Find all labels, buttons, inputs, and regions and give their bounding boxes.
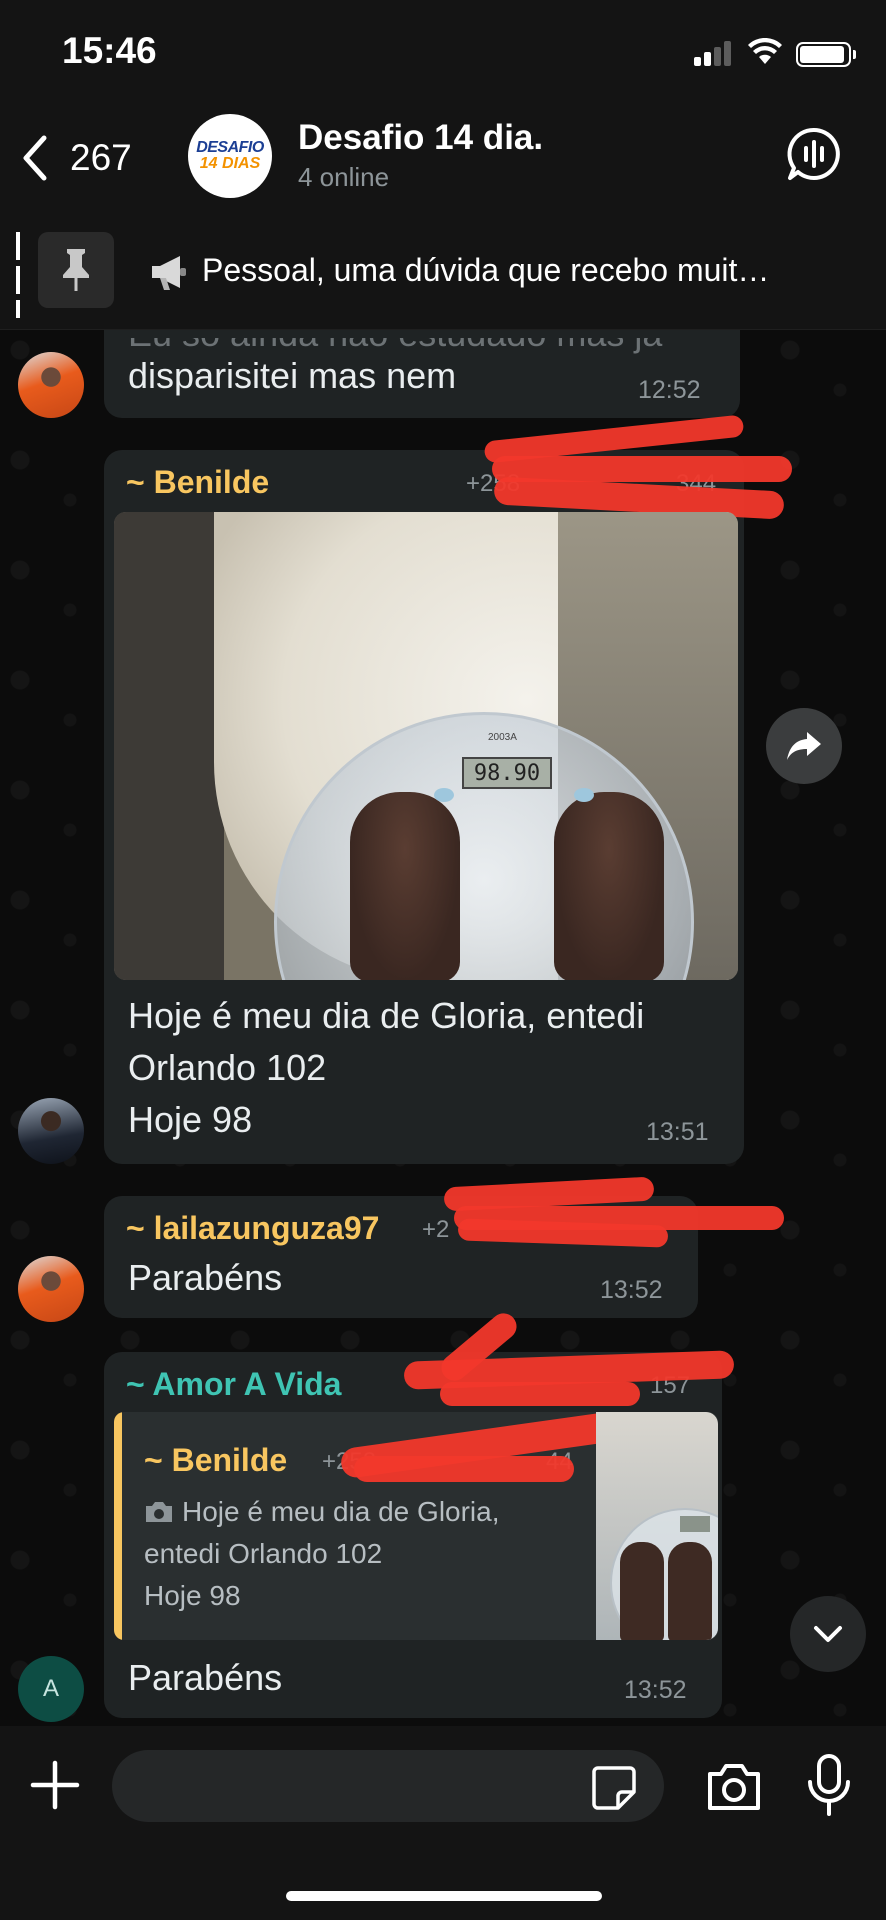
message-time: 13:52 — [624, 1676, 687, 1704]
message-text-line: Hoje é meu dia de Gloria, entedi — [128, 995, 645, 1036]
quoted-sender-name: ~ Benilde — [144, 1442, 288, 1478]
microphone-icon[interactable] — [804, 1754, 854, 1818]
camera-icon — [146, 1502, 172, 1522]
wifi-icon — [748, 38, 782, 64]
message-text-line: Hoje 98 — [128, 1099, 253, 1140]
plus-icon[interactable] — [30, 1760, 80, 1810]
photo-foot-left — [350, 792, 460, 980]
megaphone-icon — [152, 256, 186, 290]
sender-name[interactable]: ~ Benilde — [126, 464, 269, 501]
photo-shadow — [114, 512, 224, 980]
battery-icon — [796, 42, 856, 67]
message-photo[interactable]: 2003A 98.90 — [114, 512, 738, 980]
chevron-left-icon — [23, 135, 47, 181]
home-indicator[interactable] — [286, 1891, 602, 1901]
forward-arrow-icon — [787, 732, 821, 760]
sender-avatar[interactable] — [18, 352, 84, 418]
message-time: 13:52 — [600, 1276, 663, 1304]
camera-icon[interactable] — [706, 1762, 762, 1812]
photo-toe — [574, 788, 594, 802]
message-text: Parabéns — [128, 1657, 283, 1698]
chevron-down-icon — [814, 1626, 842, 1642]
sticker-icon[interactable] — [592, 1766, 636, 1810]
message-text-line: Orlando 102 — [128, 1047, 327, 1088]
sender-avatar[interactable] — [18, 1256, 84, 1322]
sender-avatar[interactable] — [18, 1098, 84, 1164]
pin-indicator — [16, 232, 20, 318]
scale-display: 98.90 — [462, 757, 552, 789]
message-time: 12:52 — [638, 376, 701, 404]
group-online-status: 4 online — [298, 162, 390, 192]
message-bubble[interactable]: ~ Amor A Vida 157 ~ Benilde +258 44 Hoje… — [104, 1308, 735, 1718]
quoted-message[interactable]: ~ Benilde +258 44 Hoje é meu dia de Glor… — [114, 1412, 718, 1640]
photo-toe — [434, 788, 454, 802]
redaction-mark — [440, 1382, 640, 1406]
message-bubble[interactable]: ~ Benilde +258 344 2003A 98.90 Hoje é me… — [104, 414, 792, 1164]
message-text: disparisitei mas nem — [128, 355, 457, 396]
voice-chat-icon[interactable] — [786, 126, 842, 182]
pinned-message-bar-overlay: Pessoal, uma dúvida que recebo muit… — [0, 222, 886, 330]
group-avatar[interactable]: DESAFIO 14 DIAS — [188, 114, 272, 198]
forward-button[interactable] — [766, 708, 842, 784]
chat-header: 267 DESAFIO 14 DIAS Desafio 14 dia. 4 on… — [0, 104, 886, 222]
group-title[interactable]: Desafio 14 dia. — [298, 118, 543, 158]
message-time: 13:51 — [646, 1118, 709, 1146]
status-time: 15:46 — [62, 30, 157, 71]
unread-count: 267 — [70, 137, 132, 178]
message-input[interactable] — [112, 1750, 664, 1822]
photo-foot-right — [554, 792, 664, 980]
quoted-text-line: entedi Orlando 102 — [144, 1538, 383, 1569]
quoted-photo-thumbnail — [596, 1412, 718, 1640]
quote-accent-bar — [114, 1412, 122, 1640]
pin-icon — [38, 232, 114, 308]
sender-avatar[interactable]: A — [18, 1656, 84, 1722]
scroll-to-bottom-button[interactable] — [790, 1596, 866, 1672]
quoted-text-line: Hoje é meu dia de Gloria, — [182, 1496, 500, 1527]
sender-phone: +2 — [422, 1216, 450, 1243]
sender-name[interactable]: ~ lailazunguza97 — [126, 1210, 379, 1247]
message-text: Parabéns — [128, 1257, 283, 1298]
back-button[interactable]: 267 — [18, 128, 132, 188]
logo-text-bottom: 14 DIAS — [199, 155, 261, 172]
pinned-message-text: Pessoal, uma dúvida que recebo muit… — [202, 252, 770, 288]
status-bar: 15:46 — [0, 0, 886, 104]
quoted-text-line: Hoje 98 — [144, 1580, 241, 1611]
scale-model: 2003A — [488, 732, 517, 743]
message-bubble[interactable]: ~ lailazunguza97 +2 Parabéns 13:52 — [104, 1176, 784, 1318]
cellular-signal-icon — [694, 40, 734, 66]
message-input-bar — [0, 1726, 886, 1920]
redaction-mark — [354, 1456, 574, 1482]
sender-name[interactable]: ~ Amor A Vida — [126, 1366, 341, 1403]
